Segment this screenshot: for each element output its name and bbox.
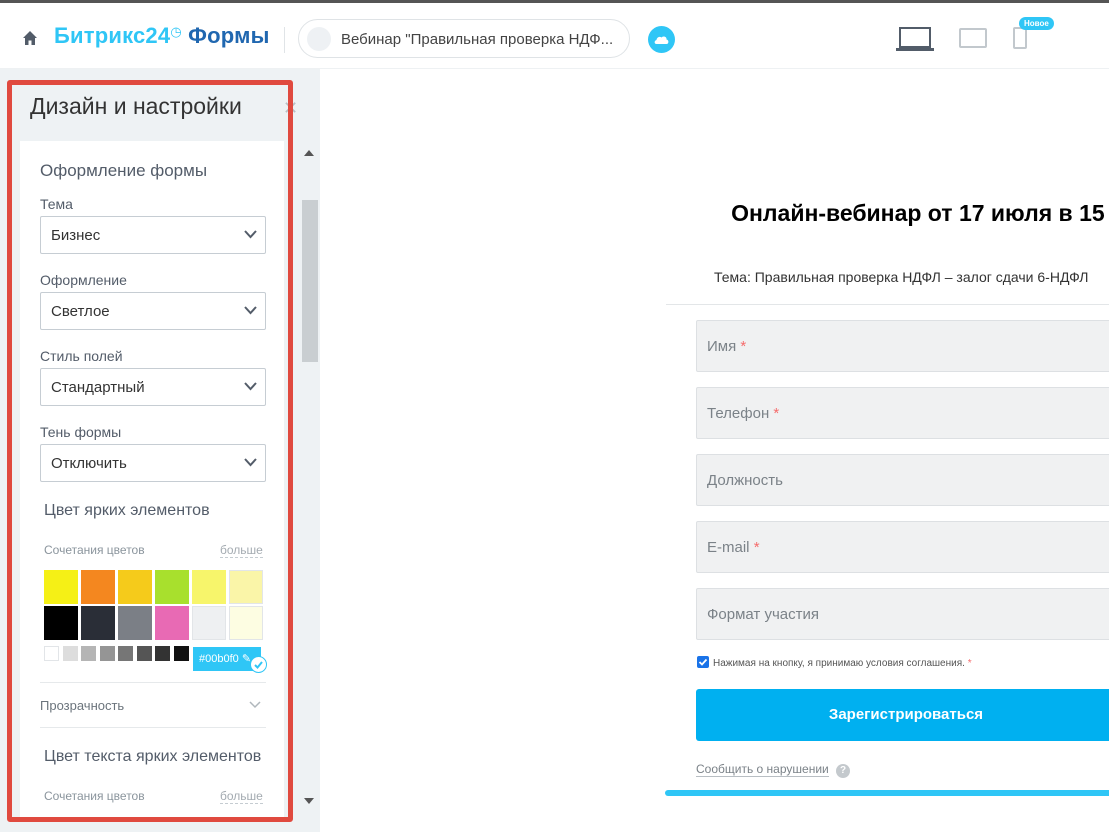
close-icon[interactable]: ✕ xyxy=(283,98,298,119)
color-combos-label: Сочетания цветов xyxy=(44,543,145,557)
color-swatch[interactable] xyxy=(155,606,189,640)
name-field[interactable]: Имя * xyxy=(696,320,1109,372)
clock-icon: ◷ xyxy=(170,24,182,39)
color-swatch[interactable] xyxy=(118,606,152,640)
required-mark: * xyxy=(773,405,780,422)
form-thumb-icon xyxy=(307,27,331,51)
tablet-icon[interactable] xyxy=(959,28,987,53)
color-swatch[interactable] xyxy=(192,606,226,640)
more-colors-link-2[interactable]: больше xyxy=(220,790,263,804)
form-selector-title: Вебинар "Правильная проверка НДФ... xyxy=(341,31,614,48)
accent-color-title: Цвет ярких элементов xyxy=(44,502,210,519)
section-title: Оформление формы xyxy=(40,161,208,180)
required-mark: * xyxy=(753,539,760,556)
style-value: Светлое xyxy=(51,303,110,320)
laptop-icon[interactable] xyxy=(896,27,934,58)
color-swatch[interactable] xyxy=(81,570,115,604)
header-divider xyxy=(284,27,285,53)
scroll-down-icon[interactable] xyxy=(304,798,314,805)
scroll-up-icon[interactable] xyxy=(304,149,314,156)
chevron-down-icon xyxy=(244,230,257,239)
new-badge: Новое xyxy=(1019,17,1054,30)
color-combos-label-2: Сочетания цветов xyxy=(44,789,145,803)
color-swatch[interactable] xyxy=(44,570,78,604)
style-label: Оформление xyxy=(40,272,127,288)
shadow-value: Отключить xyxy=(51,455,127,472)
chevron-down-icon xyxy=(244,306,257,315)
color-swatch[interactable] xyxy=(229,606,263,640)
position-field[interactable]: Должность xyxy=(696,454,1109,506)
color-swatch[interactable] xyxy=(136,646,152,661)
theme-select[interactable]: Бизнес xyxy=(40,216,266,254)
name-field-label: Имя xyxy=(707,338,737,355)
position-field-label: Должность xyxy=(707,472,783,489)
color-swatch[interactable] xyxy=(229,570,263,604)
shadow-label: Тень формы xyxy=(40,424,122,440)
color-swatch[interactable] xyxy=(44,606,78,640)
chevron-down-icon xyxy=(244,382,257,391)
color-swatch[interactable] xyxy=(62,646,78,661)
color-swatch[interactable] xyxy=(99,646,115,661)
form-bottom-accent xyxy=(665,790,1109,796)
phone-field[interactable]: Телефон * xyxy=(696,387,1109,439)
color-swatch[interactable] xyxy=(192,570,226,604)
required-mark: * xyxy=(740,338,747,355)
help-icon[interactable]: ? xyxy=(836,764,850,778)
panel-title: Дизайн и настройки xyxy=(30,93,242,119)
check-icon xyxy=(250,656,267,673)
more-colors-link[interactable]: больше xyxy=(220,544,263,558)
transparency-label[interactable]: Прозрачность xyxy=(40,698,124,713)
brand-part2: Формы xyxy=(188,23,270,48)
field-style-value: Стандартный xyxy=(51,379,145,396)
email-field[interactable]: E-mail * xyxy=(696,521,1109,573)
chevron-down-icon[interactable] xyxy=(249,701,261,709)
agreement-label: Нажимая на кнопку, я принимаю условия со… xyxy=(713,658,965,669)
email-field-label: E-mail xyxy=(707,539,750,556)
theme-value: Бизнес xyxy=(51,227,101,244)
scroll-thumb[interactable] xyxy=(302,200,318,362)
shadow-select[interactable]: Отключить xyxy=(40,444,266,482)
color-swatch[interactable] xyxy=(81,646,96,661)
color-swatch[interactable] xyxy=(155,570,189,604)
cloud-icon[interactable] xyxy=(648,26,675,53)
agreement-text: Нажимая на кнопку, я принимаю условия со… xyxy=(713,658,972,669)
chevron-down-icon xyxy=(244,458,257,467)
phone-icon[interactable] xyxy=(1013,27,1027,54)
field-style-label: Стиль полей xyxy=(40,348,123,364)
form-subtitle: Тема: Правильная проверка НДФЛ – залог с… xyxy=(714,269,1089,285)
top-bar: Битрикс24◷ Формы Вебинар "Правильная про… xyxy=(0,0,1109,69)
participation-format-field[interactable]: Формат участия xyxy=(696,588,1109,640)
color-swatch[interactable] xyxy=(81,606,115,640)
brand-part1: Битрикс24 xyxy=(54,23,171,48)
color-swatch[interactable] xyxy=(155,646,170,661)
field-style-select[interactable]: Стандартный xyxy=(40,368,266,406)
settings-card: Оформление формы Тема Бизнес Оформление … xyxy=(20,141,284,817)
form-divider xyxy=(666,304,1109,305)
divider xyxy=(40,727,266,728)
form-title: Онлайн-вебинар от 17 июля в 15 МСК xyxy=(731,200,1109,226)
required-mark: * xyxy=(967,658,972,669)
home-icon[interactable] xyxy=(22,30,38,51)
color-swatch[interactable] xyxy=(118,570,152,604)
brand-logo: Битрикс24◷ Формы xyxy=(54,23,270,49)
accent-text-color-title: Цвет текста ярких элементов xyxy=(44,748,262,765)
phone-field-label: Телефон xyxy=(707,405,770,422)
divider xyxy=(40,682,266,683)
form-selector[interactable]: Вебинар "Правильная проверка НДФ... xyxy=(298,19,630,58)
hex-color-value: #00b0f0 xyxy=(199,653,239,665)
color-swatch[interactable] xyxy=(173,646,189,661)
report-abuse-link[interactable]: Сообщить о нарушении xyxy=(696,763,829,777)
style-select[interactable]: Светлое xyxy=(40,292,266,330)
color-swatch[interactable] xyxy=(118,646,133,661)
participation-format-label: Формат участия xyxy=(707,606,819,623)
color-swatch[interactable] xyxy=(44,646,59,661)
agreement-checkbox[interactable] xyxy=(697,655,709,673)
theme-label: Тема xyxy=(40,196,73,212)
submit-button[interactable]: Зарегистрироваться xyxy=(696,689,1109,741)
